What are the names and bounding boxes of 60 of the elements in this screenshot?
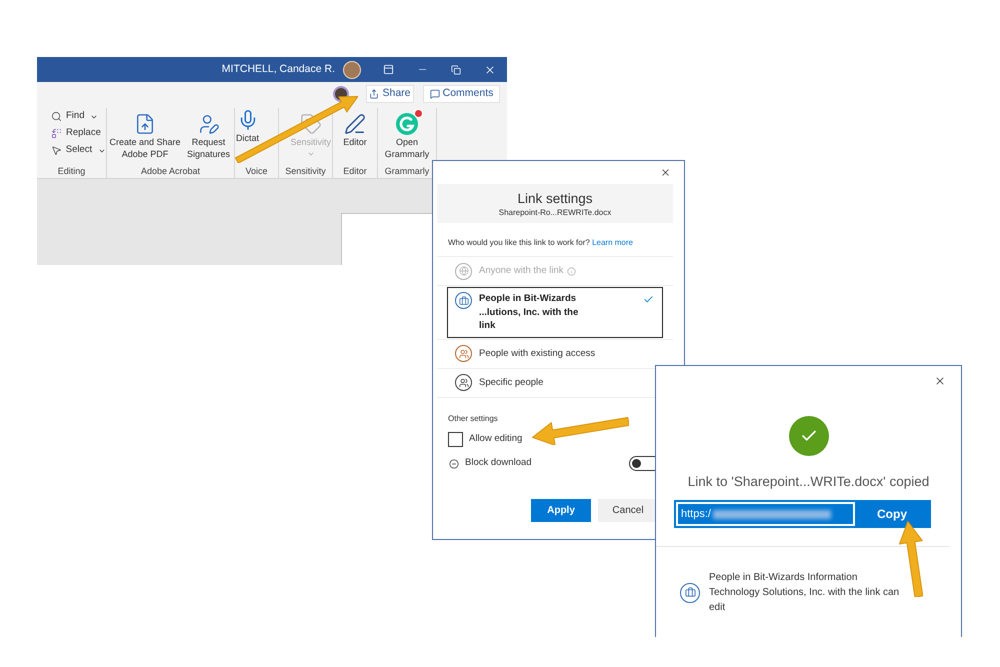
cancel-button[interactable]: Cancel [598,499,658,522]
briefcase-icon [680,582,700,602]
share-icon [369,88,380,98]
ribbon-button[interactable]: Dictat [236,109,260,144]
caret-icon [306,150,315,158]
caret-icon [98,146,106,154]
ribbon-button[interactable]: Select [37,142,106,159]
people-icon [455,345,472,362]
setting-label: Block download [465,456,532,470]
close-icon[interactable] [484,64,496,76]
replace-icon [51,128,62,139]
file-name: Sharepoint-Ro...REWRITe.docx [498,206,612,218]
group-label: Editor [342,165,368,178]
ribbon-button[interactable]: Request Signatures [183,113,234,160]
comment-icon [430,88,440,98]
success-check-icon [788,416,828,456]
globe-icon [455,262,472,280]
comments-button[interactable]: Comments [423,84,500,102]
info-icon [566,266,576,276]
pen-icon [344,113,366,135]
dialog-title: Link settings [517,190,593,206]
file-upload-icon [134,113,156,135]
ribbon-button[interactable]: Create and Share Adobe PDF [107,113,183,160]
question-text: Who would you like this link to work for? Learn more [447,237,634,248]
ribbon-button[interactable]: Editor [343,113,367,148]
group-label: Adobe Acrobat [140,165,202,178]
search-icon [51,111,62,122]
group-label: Voice [244,165,269,178]
logo-icon [396,113,418,135]
close-icon[interactable] [934,375,946,387]
audience-option[interactable]: Specific people [447,370,663,396]
setting-label: Allow editing [469,432,522,446]
link-field[interactable]: https:/ [676,502,855,526]
briefcase-icon [455,292,472,309]
audience-option[interactable]: People in Bit-Wizards ...lutions, Inc. with the link [447,287,663,338]
copied-message: Link to 'Sharepoint...WRITe.docx' copied [686,473,930,490]
minus-circle-icon [449,458,459,468]
permission-text: People in Bit-Wizards Information Technology Solutions, Inc. with the link can edit [709,571,900,615]
ribbon-display-icon[interactable] [382,64,394,75]
ribbon-button[interactable]: Replace [37,125,106,142]
audience-option[interactable]: People with existing access [447,340,663,366]
ribbon-button[interactable]: Find [37,108,106,125]
ribbon-button[interactable]: Open Grammarly [378,113,436,160]
group-label: Editing [56,165,86,178]
people-icon [455,374,472,391]
apply-button[interactable]: Apply [531,499,591,522]
checkbox[interactable] [448,432,463,446]
user-name: MITCHELL, Candace R. [222,62,335,77]
user-signature-icon [198,113,220,135]
notification-badge-icon [414,109,423,118]
check-icon [643,294,654,305]
restore-icon[interactable] [451,64,461,74]
avatar [343,60,361,78]
group-label: Grammarly [384,165,430,178]
cursor-icon [51,145,62,156]
learn-more-link[interactable]: Learn more [592,238,633,247]
section-heading: Other settings [447,412,499,424]
group-label: Sensitivity [284,165,327,178]
close-icon[interactable] [660,167,671,178]
share-button[interactable]: Share [366,84,414,102]
